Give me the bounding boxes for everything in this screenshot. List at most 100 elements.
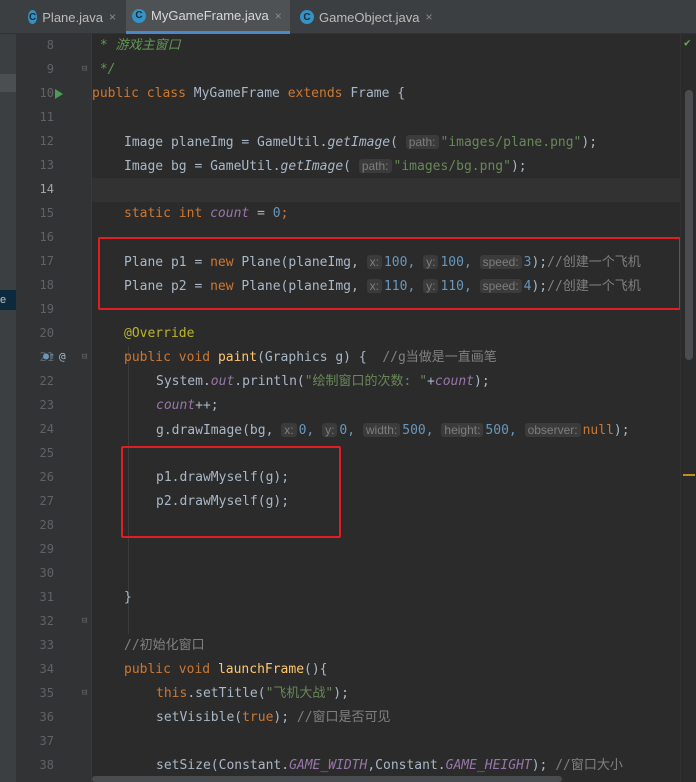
scrollbar-thumb[interactable] <box>92 776 562 782</box>
line-number: 36 <box>39 710 54 724</box>
code-text: setVisible( <box>156 710 243 725</box>
code-editor[interactable]: * 游戏主窗口 */ public class MyGameFrame exte… <box>92 34 680 782</box>
close-icon[interactable]: × <box>109 10 116 24</box>
code-text: ++; <box>195 398 219 413</box>
parameter-hint: path: <box>405 135 439 149</box>
code-line-33[interactable]: //初始化窗口 <box>124 634 205 658</box>
code-text: ); <box>333 686 349 701</box>
code-text: ); <box>273 710 297 725</box>
static-field: out <box>210 374 235 389</box>
code-line-35[interactable]: this.setTitle("飞机大战"); <box>156 682 349 706</box>
keyword: public <box>92 86 139 101</box>
class-name: MyGameFrame <box>193 86 280 101</box>
code-line-34[interactable]: public void launchFrame(){ <box>124 658 328 682</box>
parent-class: Frame { <box>350 86 406 101</box>
line-number: 27 <box>39 494 54 508</box>
override-icon[interactable]: ●↑ <box>43 351 55 362</box>
method-name: paint <box>217 350 258 365</box>
static-field: count <box>156 398 196 413</box>
fold-icon[interactable]: ⊟ <box>82 616 87 626</box>
parameter-hint: y: <box>322 423 338 437</box>
line-number: 15 <box>39 206 54 220</box>
code-line-24[interactable]: g.drawImage(bg, x: 0, y: 0, width: 500, hei… <box>156 418 630 442</box>
code-line-31[interactable]: } <box>124 586 132 610</box>
number-literal: 500, <box>402 423 434 438</box>
keyword: class <box>146 86 186 101</box>
parameter-hint: observer: <box>524 423 581 437</box>
code-line-13[interactable]: Image bg = GameUtil.getImage( path: "imag… <box>124 154 527 178</box>
code-text: ( <box>343 159 351 174</box>
java-class-icon: C <box>28 10 38 24</box>
fold-icon[interactable]: ⊟ <box>82 352 87 362</box>
code-text: = <box>249 206 273 221</box>
line-number: 13 <box>39 158 54 172</box>
line-number: 22 <box>39 374 54 388</box>
fold-icon[interactable]: ⊟ <box>82 688 87 698</box>
type: Image <box>124 159 164 174</box>
run-icon[interactable] <box>55 89 63 99</box>
parameter-hint: x: <box>281 423 297 437</box>
code-line-9[interactable]: */ <box>92 58 116 82</box>
type: Image <box>124 135 164 150</box>
scrollbar-thumb[interactable] <box>685 90 693 360</box>
fold-icon[interactable]: ⊟ <box>82 64 87 74</box>
code-text: + <box>427 374 435 389</box>
code-line-10[interactable]: public class MyGameFrame extends Frame { <box>92 82 405 106</box>
java-class-icon: C <box>132 8 146 23</box>
code-text: planeImg = GameUtil. <box>170 135 328 150</box>
line-number: 8 <box>46 38 54 52</box>
horizontal-scrollbar[interactable] <box>92 774 680 782</box>
code-line-20[interactable]: @Override <box>124 322 194 346</box>
keyword: int <box>178 206 203 221</box>
tab-label: MyGameFrame.java <box>151 8 269 23</box>
parameter-hint: height: <box>441 423 484 437</box>
close-icon[interactable]: × <box>275 9 282 23</box>
string-literal: "绘制窗口的次数: " <box>304 374 428 389</box>
code-line-22[interactable]: System.out.println("绘制窗口的次数: "+count); <box>156 370 490 394</box>
tool-window-marker[interactable] <box>0 74 16 92</box>
code-text: ( <box>390 135 398 150</box>
code-line-21[interactable]: public void paint(Graphics g) { //g当做是一直… <box>124 346 497 370</box>
closing-brace: } <box>124 590 132 605</box>
highlight-box-plane-creation <box>98 237 681 310</box>
code-text: (){ <box>304 662 328 677</box>
code-line-12[interactable]: Image planeImg = GameUtil.getImage( path… <box>124 130 597 154</box>
code-text: ); <box>581 135 598 150</box>
method-call: getImage <box>327 135 391 150</box>
keyword: true <box>242 710 274 725</box>
vertical-scrollbar[interactable]: ✔ <box>680 34 696 782</box>
java-class-icon: C <box>300 10 314 24</box>
code-line-23[interactable]: count++; <box>156 394 219 418</box>
keyword: this <box>156 686 188 701</box>
line-number: 24 <box>39 422 54 436</box>
code-text: ,Constant. <box>367 758 446 773</box>
line-number: 31 <box>39 590 54 604</box>
code-line-15[interactable]: static int count = 0; <box>124 202 288 226</box>
tab-gameobject-java[interactable]: C GameObject.java × <box>294 0 440 34</box>
parameter-hint: width: <box>362 423 401 437</box>
code-line-36[interactable]: setVisible(true); //窗口是否可见 <box>156 706 391 730</box>
line-number: 10 <box>39 86 54 100</box>
warning-marker[interactable] <box>683 474 695 476</box>
static-field: GAME_HEIGHT <box>445 758 532 773</box>
static-field: count <box>210 206 250 221</box>
code-text: setSize(Constant. <box>156 758 290 773</box>
keyword: void <box>178 350 211 365</box>
code-line-8[interactable]: * 游戏主窗口 <box>92 34 181 58</box>
tab-plane-java[interactable]: C Plane.java × <box>22 0 122 34</box>
editor-tab-bar: C Plane.java × C MyGameFrame.java × C Ga… <box>0 0 696 34</box>
method-name: launchFrame <box>217 662 305 677</box>
close-icon[interactable]: × <box>425 10 432 24</box>
line-comment: //初始化窗口 <box>124 638 205 653</box>
string-literal: "images/bg.png" <box>393 159 511 174</box>
project-view-selection[interactable]: e <box>0 290 16 310</box>
keyword: public <box>124 350 171 365</box>
tab-mygameframe-java[interactable]: C MyGameFrame.java × <box>126 0 290 34</box>
static-field: count <box>434 374 475 389</box>
line-number: 28 <box>39 518 54 532</box>
left-tool-strip: e <box>0 34 16 782</box>
parameter-hint: path: <box>358 159 392 173</box>
keyword: static <box>124 206 171 221</box>
code-text: .println( <box>234 374 305 389</box>
line-number: 9 <box>46 62 54 76</box>
